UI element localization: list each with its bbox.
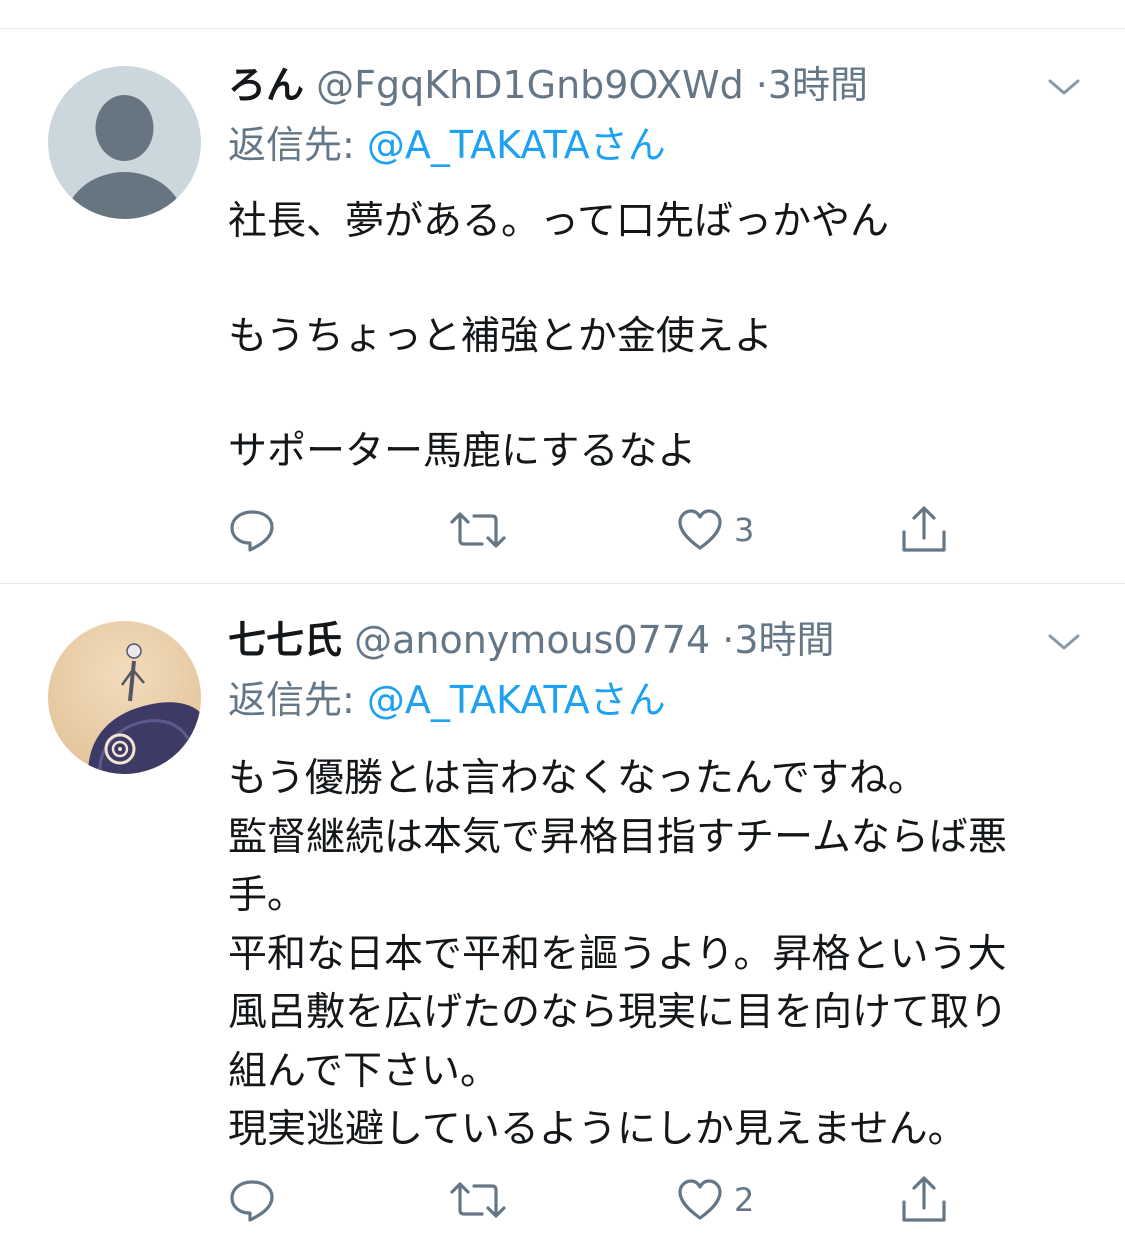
tweet-text: 社長、夢がある。って口先ばっかやん もうちょっと補強とか金使えよ サポーター馬鹿… [228, 199, 890, 474]
chevron-down-icon[interactable] [1044, 73, 1084, 101]
reply-icon [228, 506, 276, 554]
timestamp[interactable]: 3時間 [768, 63, 868, 107]
like-count: 3 [734, 511, 755, 549]
like-count: 2 [734, 1181, 755, 1219]
tweet-actions: 3 [228, 502, 968, 558]
share-button[interactable] [900, 1172, 948, 1228]
like-button[interactable]: 2 [676, 1172, 754, 1228]
retweet-icon [448, 506, 508, 554]
reply-target-link[interactable]: @A_TAKATAさん [367, 123, 666, 167]
user-handle[interactable]: @anonymous0774 [354, 618, 710, 662]
share-icon [900, 1174, 948, 1226]
timestamp[interactable]: 3時間 [734, 618, 834, 662]
reply-button[interactable] [228, 1172, 276, 1228]
reply-target-link[interactable]: @A_TAKATAさん [367, 678, 666, 722]
tweet-actions: 2 [228, 1172, 968, 1228]
share-button[interactable] [900, 502, 948, 558]
avatar[interactable] [48, 66, 201, 219]
tweet[interactable]: ろん @FgqKhD1Gnb9OXWd ·3時間 返信先: @A_TAKATAさ… [0, 29, 1125, 583]
tweet-header: 七七氏 @anonymous0774 ·3時間 [228, 616, 835, 664]
avatar[interactable] [48, 621, 201, 774]
tweet[interactable]: 七七氏 @anonymous0774 ·3時間 返信先: @A_TAKATAさん… [0, 584, 1125, 1245]
tweet-text: もう優勝とは言わなくなったんですね。 監督継続は本気で昇格目指すチームならば悪 … [228, 756, 1009, 1152]
reply-icon [228, 1176, 276, 1224]
display-name[interactable]: ろん [228, 63, 304, 107]
retweet-button[interactable] [448, 1172, 508, 1228]
like-button[interactable]: 3 [676, 502, 754, 558]
user-handle[interactable]: @FgqKhD1Gnb9OXWd [316, 63, 744, 107]
like-icon [676, 1176, 724, 1224]
chevron-down-icon[interactable] [1044, 628, 1084, 656]
display-name[interactable]: 七七氏 [228, 618, 342, 662]
retweet-button[interactable] [448, 502, 508, 558]
separator-dot: · [755, 63, 768, 107]
reply-to-line: 返信先: @A_TAKATAさん [228, 121, 666, 169]
reply-label: 返信先: [228, 123, 367, 167]
reply-button[interactable] [228, 502, 276, 558]
reply-label: 返信先: [228, 678, 367, 722]
separator-dot: · [722, 618, 735, 662]
reply-to-line: 返信先: @A_TAKATAさん [228, 676, 666, 724]
retweet-icon [448, 1176, 508, 1224]
like-icon [676, 506, 724, 554]
tweet-header: ろん @FgqKhD1Gnb9OXWd ·3時間 [228, 61, 868, 109]
share-icon [900, 504, 948, 556]
